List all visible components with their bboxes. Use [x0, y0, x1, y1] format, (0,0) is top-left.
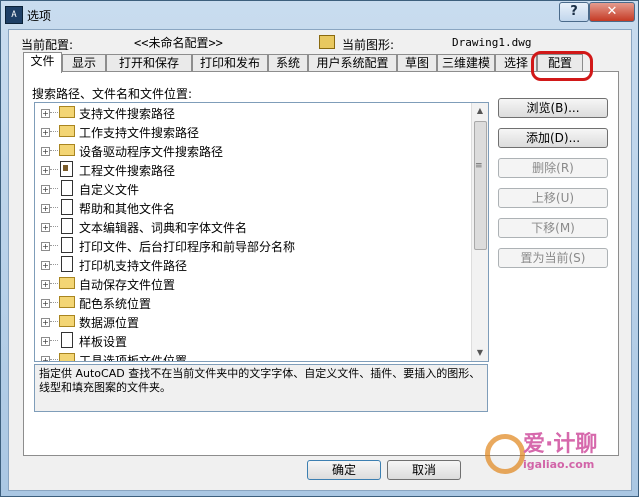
move-up-button[interactable]: 上移(U)	[498, 188, 608, 208]
expand-icon[interactable]: +	[41, 280, 50, 289]
tree-item[interactable]: + 样板设置	[35, 331, 471, 350]
move-down-button[interactable]: 下移(M)	[498, 218, 608, 238]
tab-system[interactable]: 系统	[268, 54, 308, 72]
search-paths-label: 搜索路径、文件名和文件位置:	[32, 87, 193, 101]
window-title: 选项	[27, 9, 52, 23]
close-button[interactable]: ✕	[589, 2, 635, 22]
tree-item-label: 文本编辑器、词典和字体文件名	[79, 221, 248, 235]
document-icon	[61, 218, 73, 234]
tree-item-label: 自定义文件	[79, 183, 140, 197]
dialog-body: 当前配置: <<未命名配置>> 当前图形: Drawing1.dwg 文件 显示…	[8, 29, 632, 491]
tree-item-label: 打印机支持文件路径	[79, 259, 188, 273]
tree-item[interactable]: + 支持文件搜索路径	[35, 103, 471, 122]
tree-item-label: 打印文件、后台打印程序和前导部分名称	[79, 240, 296, 254]
tab-drafting[interactable]: 草图	[397, 54, 437, 72]
expand-icon[interactable]: +	[41, 128, 50, 137]
tree-item[interactable]: + 数据源位置	[35, 312, 471, 331]
title-bar[interactable]: A 选项 ? ✕	[1, 1, 638, 29]
scroll-up-arrow-icon[interactable]: ▲	[472, 103, 488, 119]
cancel-button[interactable]: 取消	[387, 460, 461, 480]
expand-icon[interactable]: +	[41, 166, 50, 175]
folder-icon	[59, 144, 75, 156]
tree-item[interactable]: + 工程文件搜索路径	[35, 160, 471, 179]
tree-item[interactable]: + 打印机支持文件路径	[35, 255, 471, 274]
remove-button[interactable]: 删除(R)	[498, 158, 608, 178]
highlight-annotation	[531, 51, 593, 81]
tab-display[interactable]: 显示	[62, 54, 106, 72]
scroll-grip-icon: ≡	[475, 161, 483, 171]
document-icon	[61, 199, 73, 215]
tree-item-label: 配色系统位置	[79, 297, 152, 311]
folder-icon	[59, 106, 75, 118]
tab-files[interactable]: 文件	[23, 52, 62, 73]
watermark: 爱·计聊 igaliao.com	[483, 426, 623, 486]
tab-plot-publish[interactable]: 打印和发布	[192, 54, 268, 72]
tree-item[interactable]: + 文本编辑器、词典和字体文件名	[35, 217, 471, 236]
current-config-label: 当前配置:	[21, 38, 74, 52]
tree-item[interactable]: + 帮助和其他文件名	[35, 198, 471, 217]
tree-item-label: 设备驱动程序文件搜索路径	[79, 145, 224, 159]
tab-user-preferences[interactable]: 用户系统配置	[308, 54, 397, 72]
expand-icon[interactable]: +	[41, 185, 50, 194]
expand-icon[interactable]: +	[41, 223, 50, 232]
ok-button[interactable]: 确定	[307, 460, 381, 480]
files-panel: 搜索路径、文件名和文件位置: + 支持文件搜索路径 + 工作支持文件搜索路径 + 设备…	[23, 71, 619, 456]
project-icon	[60, 161, 73, 177]
expand-icon[interactable]: +	[41, 356, 50, 361]
scroll-down-arrow-icon[interactable]: ▼	[472, 345, 488, 361]
tree-item-label: 工作支持文件搜索路径	[79, 126, 200, 140]
watermark-title: 爱·计聊	[523, 432, 598, 457]
document-icon	[61, 332, 73, 348]
expand-icon[interactable]: +	[41, 299, 50, 308]
document-icon	[61, 237, 73, 253]
tree-item[interactable]: + 打印文件、后台打印程序和前导部分名称	[35, 236, 471, 255]
tree-item[interactable]: + 自定义文件	[35, 179, 471, 198]
expand-icon[interactable]: +	[41, 147, 50, 156]
folder-icon	[59, 353, 75, 361]
watermark-logo-icon	[485, 434, 525, 474]
current-drawing-label: 当前图形:	[342, 38, 395, 52]
description-text: 指定供 AutoCAD 查找不在当前文件夹中的文字字体、自定义文件、插件、要插入…	[34, 364, 488, 412]
current-drawing-value: Drawing1.dwg	[452, 36, 532, 49]
expand-icon[interactable]: +	[41, 261, 50, 270]
tree-item-label: 支持文件搜索路径	[79, 107, 176, 121]
tree-item-label: 数据源位置	[79, 316, 140, 330]
file-tree[interactable]: + 支持文件搜索路径 + 工作支持文件搜索路径 + 设备驱动程序文件搜索路径 + 工程文…	[34, 102, 489, 362]
folder-icon	[59, 296, 75, 308]
expand-icon[interactable]: +	[41, 109, 50, 118]
browse-button[interactable]: 浏览(B)...	[498, 98, 608, 118]
add-button[interactable]: 添加(D)...	[498, 128, 608, 148]
expand-icon[interactable]: +	[41, 204, 50, 213]
expand-icon[interactable]: +	[41, 318, 50, 327]
help-button[interactable]: ?	[559, 2, 589, 22]
tree-item-label: 工程文件搜索路径	[79, 164, 176, 178]
expand-icon[interactable]: +	[41, 242, 50, 251]
tree-item[interactable]: + 自动保存文件位置	[35, 274, 471, 293]
options-window: A 选项 ? ✕ 当前配置: <<未命名配置>> 当前图形: Drawing1.…	[0, 0, 639, 497]
folder-icon	[59, 315, 75, 327]
tree-item[interactable]: + 工作支持文件搜索路径	[35, 122, 471, 141]
tree-item-label: 帮助和其他文件名	[79, 202, 176, 216]
current-config-value: <<未命名配置>>	[134, 36, 223, 50]
document-icon	[61, 256, 73, 272]
app-icon: A	[5, 6, 23, 24]
document-icon	[61, 180, 73, 196]
tree-item[interactable]: + 设备驱动程序文件搜索路径	[35, 141, 471, 160]
watermark-url: igaliao.com	[523, 458, 595, 471]
tab-3d-modeling[interactable]: 三维建模	[437, 54, 495, 72]
drawing-icon	[319, 35, 335, 49]
tree-scrollbar[interactable]: ▲ ≡ ▼	[471, 103, 488, 361]
tab-open-save[interactable]: 打开和保存	[106, 54, 192, 72]
tree-item[interactable]: + 配色系统位置	[35, 293, 471, 312]
expand-icon[interactable]: +	[41, 337, 50, 346]
tree-item[interactable]: + 工具选项板文件位置	[35, 350, 471, 362]
scroll-thumb[interactable]	[474, 121, 487, 250]
tree-item-label: 样板设置	[79, 335, 128, 349]
tree-item-label: 自动保存文件位置	[79, 278, 176, 292]
tree-item-label: 工具选项板文件位置	[79, 354, 188, 362]
folder-icon	[59, 277, 75, 289]
set-current-button[interactable]: 置为当前(S)	[498, 248, 608, 268]
folder-icon	[59, 125, 75, 137]
